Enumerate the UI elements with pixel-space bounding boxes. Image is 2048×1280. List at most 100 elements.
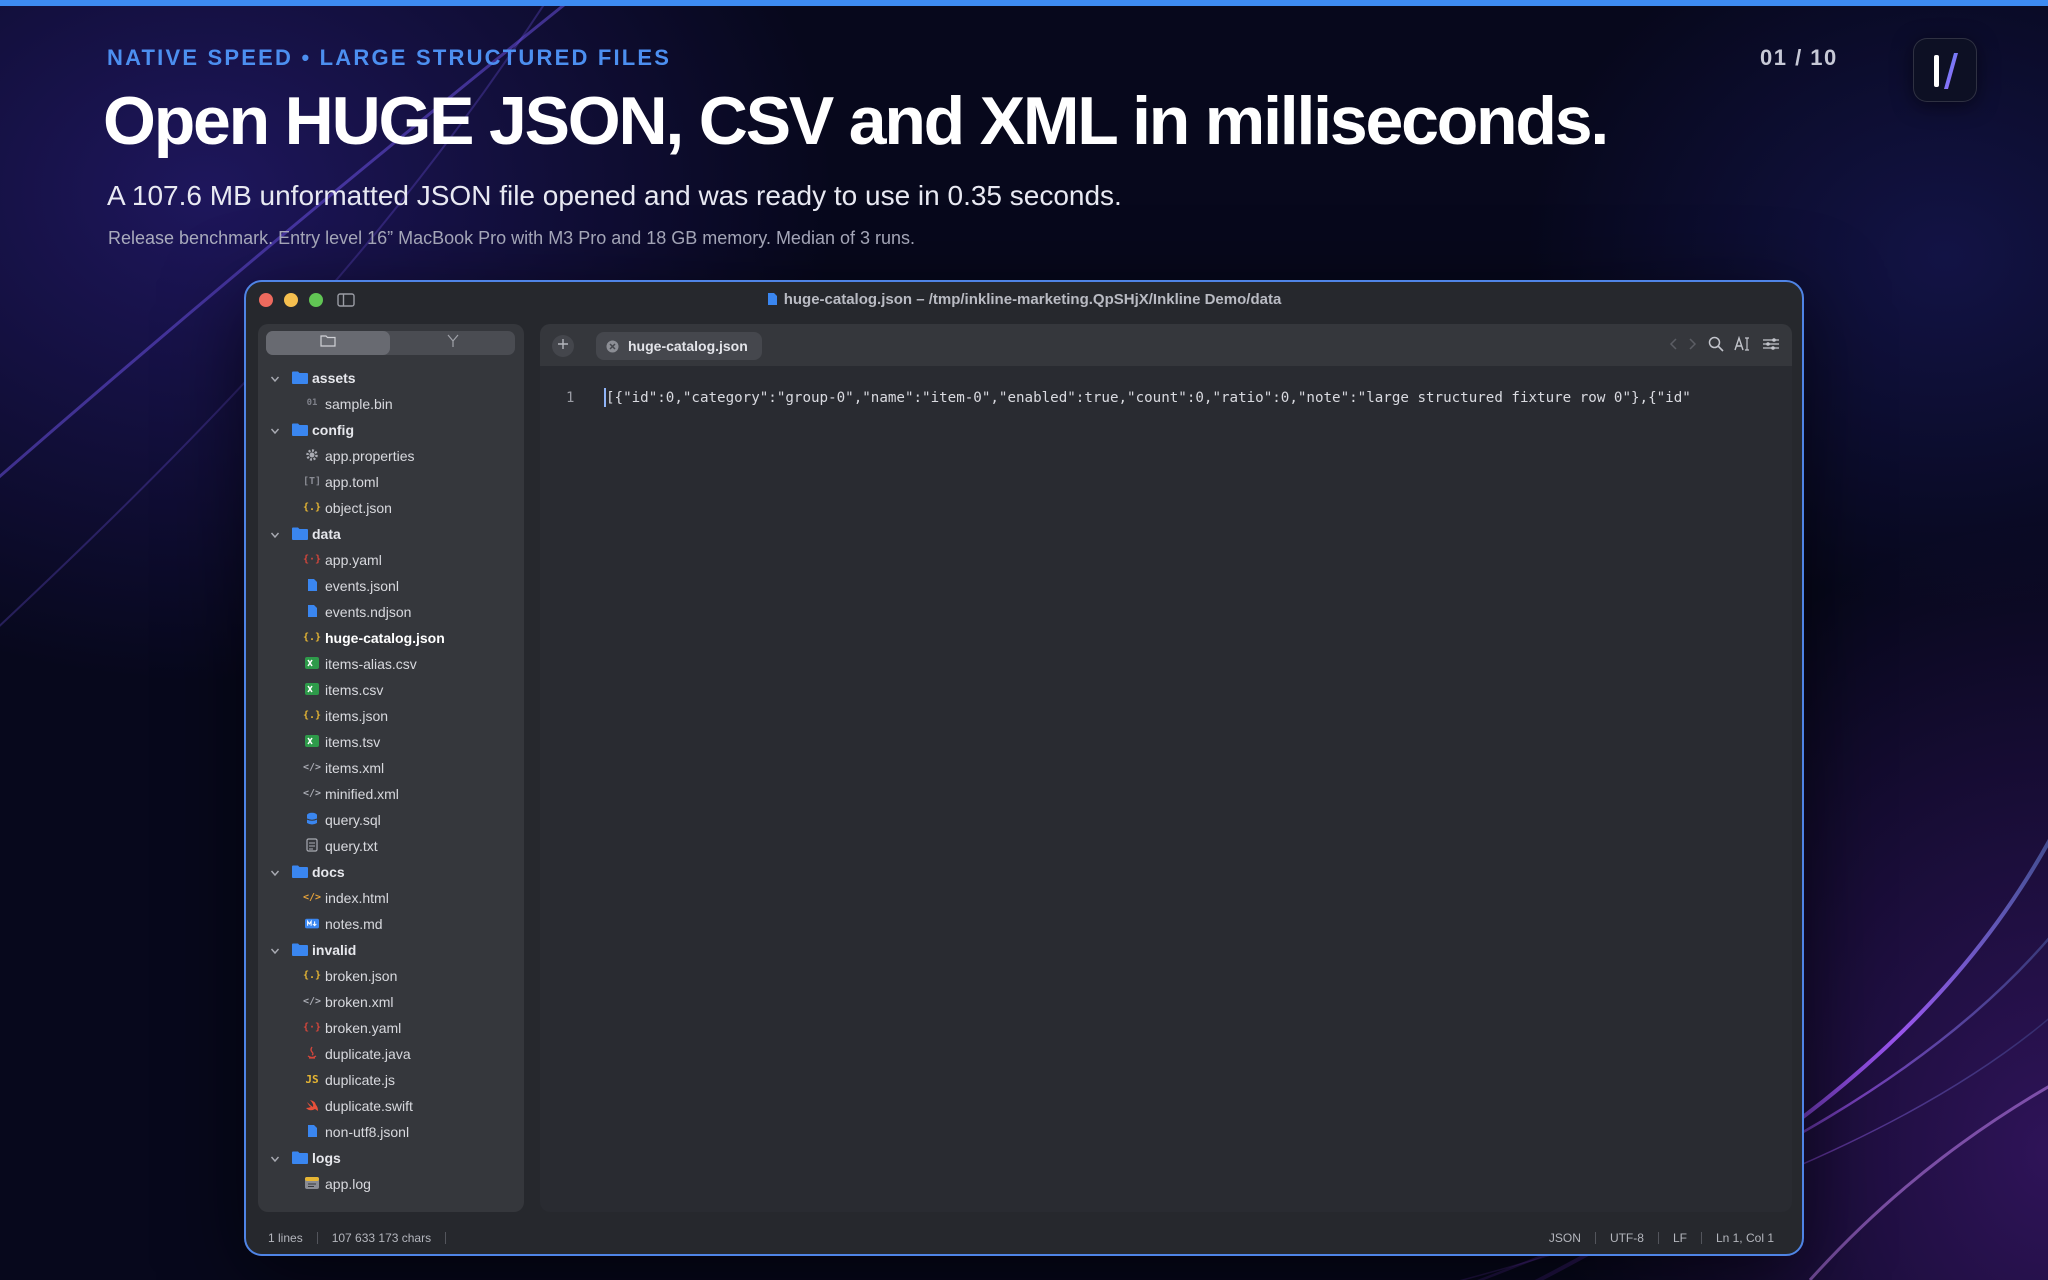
folder-row[interactable]: config — [258, 416, 524, 442]
file-row[interactable]: </> broken.xml — [258, 988, 524, 1014]
file-row[interactable]: {.} broken.json — [258, 962, 524, 988]
file-label: minified.xml — [325, 786, 399, 802]
folder-label: assets — [312, 370, 356, 386]
status-line-ending[interactable]: LF — [1673, 1231, 1687, 1245]
chevron-down-icon[interactable] — [270, 371, 280, 387]
file-label: duplicate.java — [325, 1046, 411, 1062]
gear-icon — [305, 448, 319, 462]
status-encoding[interactable]: UTF-8 — [1610, 1231, 1644, 1245]
text-format-icon[interactable] — [1734, 335, 1752, 357]
plus-icon — [557, 337, 569, 355]
file-row[interactable]: [T] app.toml — [258, 468, 524, 494]
file-row[interactable]: </> minified.xml — [258, 780, 524, 806]
app-window: huge-catalog.json – /tmp/inkline-marketi… — [244, 280, 1804, 1256]
file-row[interactable]: items.csv — [258, 676, 524, 702]
folder-row[interactable]: invalid — [258, 936, 524, 962]
document-icon — [305, 1124, 319, 1138]
file-row[interactable]: query.sql — [258, 806, 524, 832]
file-label: duplicate.js — [325, 1072, 396, 1088]
status-bar: 1 lines 107 633 173 chars JSON UTF-8 LF … — [246, 1220, 1802, 1254]
file-row[interactable]: {·} broken.yaml — [258, 1014, 524, 1040]
file-label: events.jsonl — [325, 578, 399, 594]
tab-huge-catalog[interactable]: huge-catalog.json — [596, 332, 762, 360]
file-row[interactable]: duplicate.java — [258, 1040, 524, 1066]
file-label: items.csv — [325, 682, 384, 698]
folder-icon — [292, 371, 308, 387]
code-line[interactable]: [{"id":0,"category":"group-0","name":"it… — [606, 390, 1792, 406]
file-row[interactable]: app.properties — [258, 442, 524, 468]
status-cursor-position[interactable]: Ln 1, Col 1 — [1716, 1231, 1774, 1245]
inkline-logo-icon — [1913, 38, 1977, 102]
database-icon — [305, 812, 319, 826]
chevron-down-icon[interactable] — [270, 423, 280, 439]
chevron-down-icon[interactable] — [270, 527, 280, 543]
status-language[interactable]: JSON — [1549, 1231, 1581, 1245]
file-label: items-alias.csv — [325, 656, 417, 672]
tab-bar: huge-catalog.json — [540, 324, 1792, 366]
folder-label: docs — [312, 864, 345, 880]
forward-icon[interactable] — [1688, 337, 1698, 356]
chevron-down-icon[interactable] — [270, 943, 280, 959]
editor-toolbar — [1668, 335, 1780, 357]
folder-icon — [292, 865, 308, 881]
xml-icon: </> — [302, 995, 322, 1007]
file-row[interactable]: non-utf8.jsonl — [258, 1118, 524, 1144]
spreadsheet-icon — [305, 656, 319, 670]
json-icon: {.} — [302, 631, 322, 643]
files-tab-button[interactable] — [266, 331, 390, 355]
folder-icon — [292, 943, 308, 959]
file-tree: assets 01 sample.bin config app.properties [T… — [258, 364, 524, 1196]
sidebar-segmented-control — [266, 331, 515, 355]
file-row[interactable]: </> index.html — [258, 884, 524, 910]
file-row[interactable]: app.log — [258, 1170, 524, 1196]
file-row[interactable]: 01 sample.bin — [258, 390, 524, 416]
file-row[interactable]: query.txt — [258, 832, 524, 858]
file-row[interactable]: items-alias.csv — [258, 650, 524, 676]
window-title: huge-catalog.json – /tmp/inkline-marketi… — [246, 291, 1802, 310]
chevron-down-icon[interactable] — [270, 865, 280, 881]
benchmark-footnote: Release benchmark. Entry level 16” MacBo… — [108, 228, 916, 248]
file-sidebar: assets 01 sample.bin config app.properties [T… — [258, 324, 524, 1212]
file-row[interactable]: JS duplicate.js — [258, 1066, 524, 1092]
folder-row[interactable]: docs — [258, 858, 524, 884]
file-row[interactable]: notes.md — [258, 910, 524, 936]
file-row[interactable]: {.} object.json — [258, 494, 524, 520]
text-icon — [305, 838, 319, 852]
settings-sliders-icon[interactable] — [1762, 336, 1780, 357]
binary-icon: 01 — [306, 398, 318, 408]
search-icon[interactable] — [1708, 336, 1724, 357]
folder-icon — [292, 423, 308, 439]
file-label: app.yaml — [325, 552, 382, 568]
code-editor[interactable]: 1 [{"id":0,"category":"group-0","name":"… — [540, 366, 1792, 1212]
file-row[interactable]: {.} huge-catalog.json — [258, 624, 524, 650]
swift-icon — [305, 1098, 319, 1112]
yaml-icon: {·} — [302, 553, 322, 565]
file-label: app.properties — [325, 448, 415, 464]
file-label: duplicate.swift — [325, 1098, 413, 1114]
file-row[interactable]: duplicate.swift — [258, 1092, 524, 1118]
document-icon — [767, 292, 778, 310]
file-row[interactable]: </> items.xml — [258, 754, 524, 780]
window-titlebar[interactable]: huge-catalog.json – /tmp/inkline-marketi… — [246, 282, 1802, 316]
markdown-icon — [305, 916, 319, 930]
file-row[interactable]: {.} items.json — [258, 702, 524, 728]
file-label: non-utf8.jsonl — [325, 1124, 410, 1140]
file-label: app.log — [325, 1176, 371, 1192]
close-tab-icon[interactable] — [606, 340, 619, 356]
file-row[interactable]: events.jsonl — [258, 572, 524, 598]
file-row[interactable]: events.ndjson — [258, 598, 524, 624]
file-row[interactable]: {·} app.yaml — [258, 546, 524, 572]
chevron-down-icon[interactable] — [270, 1151, 280, 1167]
file-label: object.json — [325, 500, 392, 516]
outline-tab-button[interactable] — [391, 331, 515, 355]
status-divider — [316, 1232, 318, 1244]
file-label: broken.json — [325, 968, 398, 984]
new-tab-button[interactable] — [552, 335, 574, 357]
folder-row[interactable]: logs — [258, 1144, 524, 1170]
file-row[interactable]: items.tsv — [258, 728, 524, 754]
folder-row[interactable]: data — [258, 520, 524, 546]
spreadsheet-icon — [305, 734, 319, 748]
back-icon[interactable] — [1668, 337, 1678, 356]
xml-icon: </> — [302, 787, 322, 799]
folder-row[interactable]: assets — [258, 364, 524, 390]
